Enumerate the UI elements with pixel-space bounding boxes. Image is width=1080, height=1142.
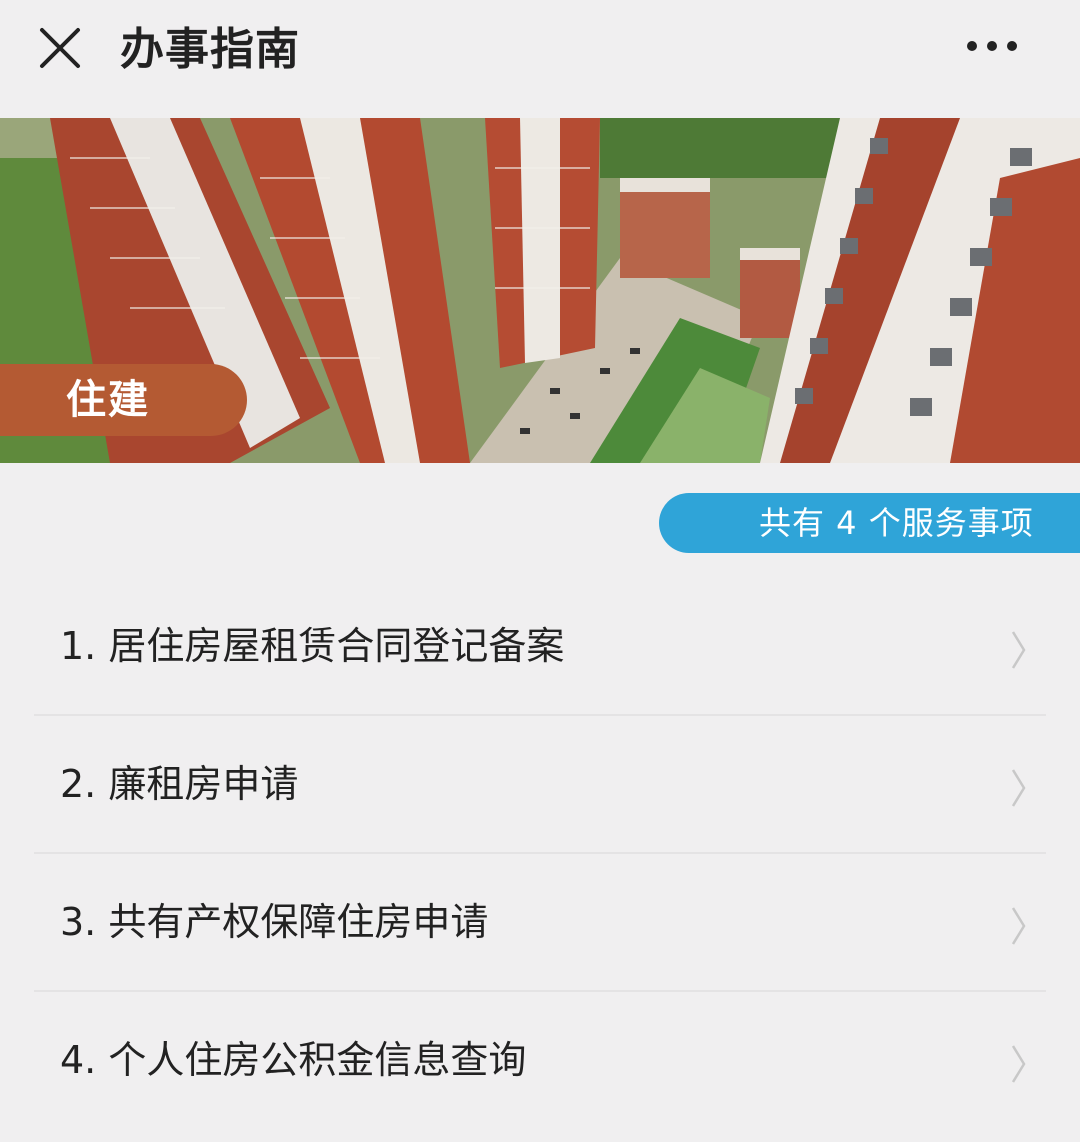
banner-image: 住建 <box>0 118 1080 463</box>
close-button[interactable] <box>32 22 88 78</box>
more-icon <box>967 41 1017 51</box>
chevron-right-icon <box>1011 1045 1026 1083</box>
list-item-label: 1. 居住房屋租赁合同登记备案 <box>60 624 565 668</box>
service-list: 1. 居住房屋租赁合同登记备案 2. 廉租房申请 3. 共有产权保障住房申请 4… <box>0 578 1080 1130</box>
list-item-label: 2. 廉租房申请 <box>60 762 299 806</box>
page-title: 办事指南 <box>120 24 300 75</box>
service-count-badge: 共有 4 个服务事项 <box>659 493 1080 553</box>
list-item-label: 4. 个人住房公积金信息查询 <box>60 1038 527 1082</box>
chevron-right-icon <box>1011 631 1026 669</box>
category-tag: 住建 <box>0 364 247 436</box>
list-item[interactable]: 1. 居住房屋租赁合同登记备案 <box>0 578 1080 716</box>
list-item[interactable]: 3. 共有产权保障住房申请 <box>0 854 1080 992</box>
list-item[interactable]: 2. 廉租房申请 <box>0 716 1080 854</box>
close-icon <box>40 28 80 68</box>
list-item[interactable]: 4. 个人住房公积金信息查询 <box>0 992 1080 1130</box>
more-button[interactable] <box>960 30 1024 70</box>
chevron-right-icon <box>1011 769 1026 807</box>
chevron-right-icon <box>1011 907 1026 945</box>
list-item-label: 3. 共有产权保障住房申请 <box>60 900 489 944</box>
top-bar: 办事指南 <box>0 0 1080 118</box>
